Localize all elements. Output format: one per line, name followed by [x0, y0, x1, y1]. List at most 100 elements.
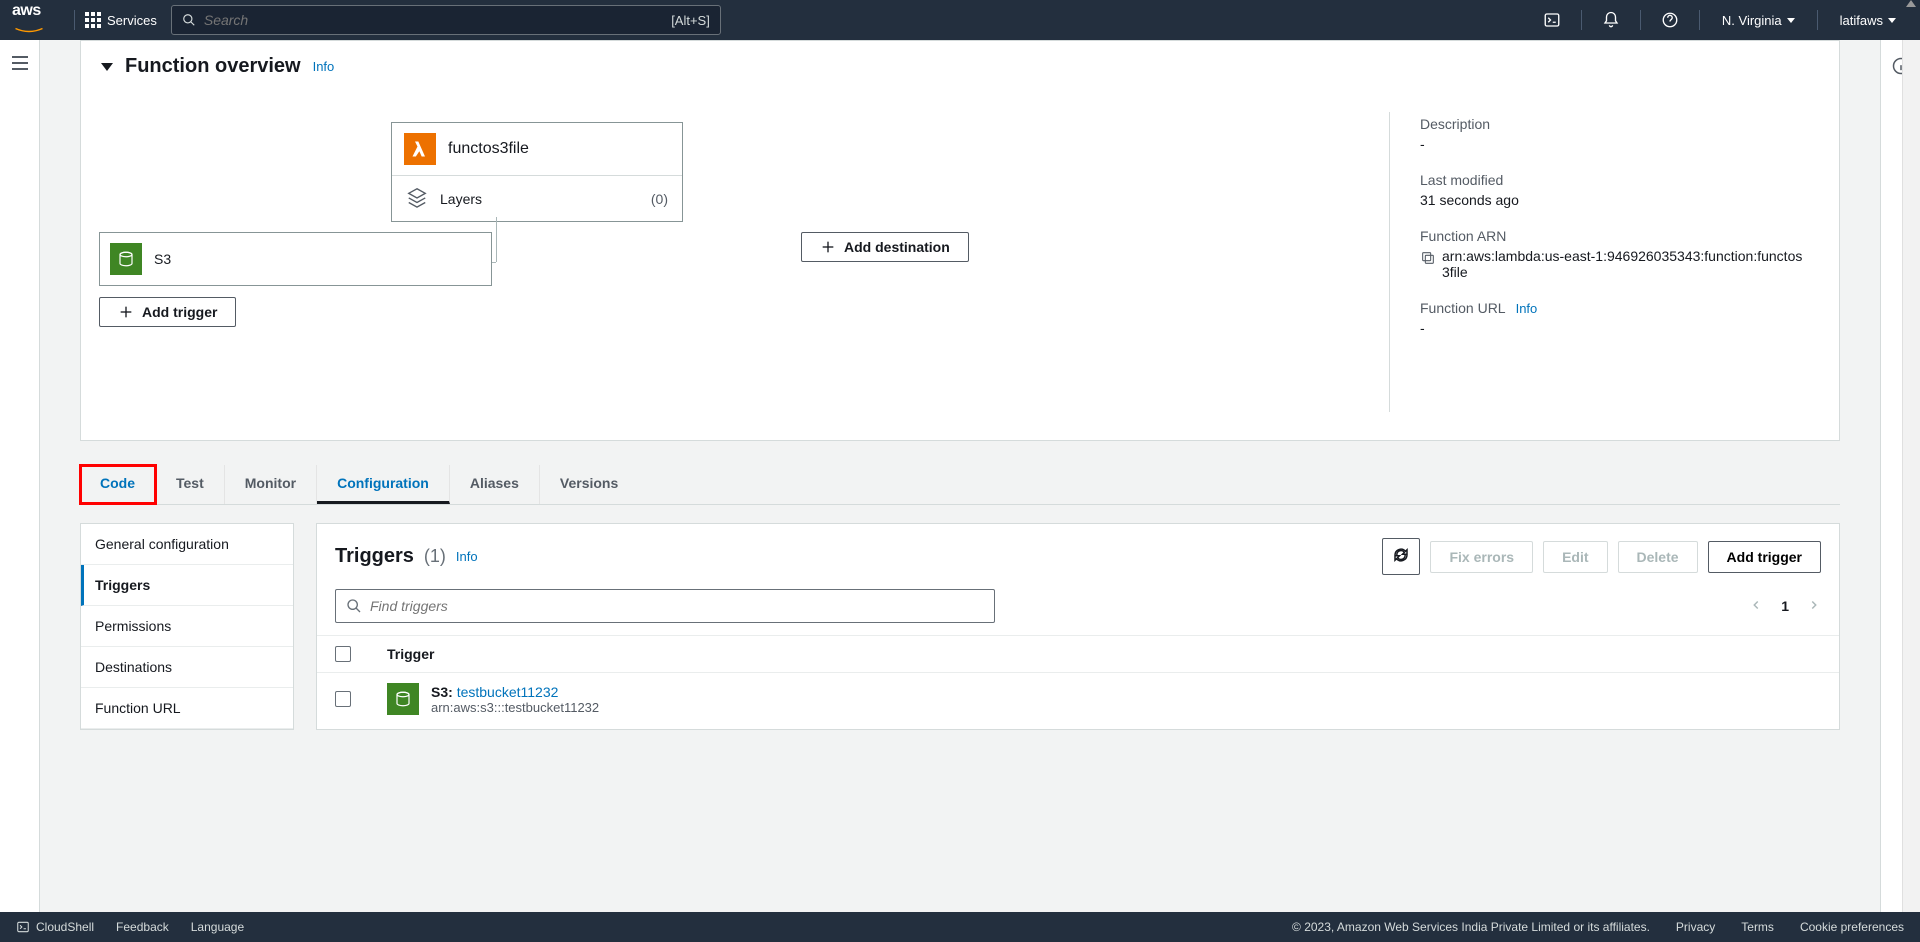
function-overview-panel: Function overview Info functos3file — [80, 40, 1840, 441]
divider — [1640, 10, 1641, 30]
services-menu[interactable]: Services — [85, 12, 157, 28]
fix-errors-button: Fix errors — [1430, 541, 1533, 573]
description-label: Description — [1420, 116, 1809, 132]
help-button[interactable] — [1651, 0, 1689, 40]
sidenav-function-url[interactable]: Function URL — [81, 688, 293, 729]
table-row: S3: testbucket11232 arn:aws:s3:::testbuc… — [317, 673, 1839, 725]
page-next[interactable] — [1807, 598, 1821, 615]
trigger-arn: arn:aws:s3:::testbucket11232 — [431, 700, 599, 715]
table-header-row: Trigger — [317, 635, 1839, 673]
global-search[interactable]: [Alt+S] — [171, 5, 721, 35]
cookie-link[interactable]: Cookie preferences — [1800, 920, 1904, 934]
triggers-table: Trigger S3: testbucket11232 — [317, 635, 1839, 725]
triggers-info-link[interactable]: Info — [456, 549, 478, 564]
sidenav-destinations[interactable]: Destinations — [81, 647, 293, 688]
plus-icon — [118, 304, 134, 320]
trigger-bucket-link[interactable]: testbucket11232 — [457, 684, 559, 700]
add-trigger-button-panel[interactable]: Add trigger — [1708, 541, 1821, 573]
refresh-triggers-button[interactable] — [1382, 538, 1420, 575]
search-icon — [346, 598, 362, 614]
triggers-count: (1) — [424, 546, 446, 567]
services-label: Services — [107, 13, 157, 28]
tab-aliases[interactable]: Aliases — [450, 465, 540, 504]
terms-link[interactable]: Terms — [1741, 920, 1774, 934]
account-selector[interactable]: latifaws — [1828, 13, 1908, 28]
search-icon — [182, 13, 196, 27]
search-input[interactable] — [204, 12, 671, 28]
tab-versions[interactable]: Versions — [540, 465, 638, 504]
designer-diagram: functos3file Layers (0) — [81, 112, 1389, 412]
footer: CloudShell Feedback Language © 2023, Ama… — [0, 912, 1920, 942]
open-sidenav-button[interactable] — [12, 56, 28, 912]
trigger-source-label: S3 — [154, 251, 171, 267]
privacy-link[interactable]: Privacy — [1676, 920, 1715, 934]
notifications-button[interactable] — [1592, 0, 1630, 40]
tab-configuration[interactable]: Configuration — [317, 465, 450, 504]
help-icon — [1661, 11, 1679, 29]
description-value: - — [1420, 136, 1809, 152]
connector-line — [496, 217, 497, 262]
add-destination-button[interactable]: Add destination — [801, 232, 969, 262]
config-sidenav: General configuration Triggers Permissio… — [80, 523, 294, 730]
modified-value: 31 seconds ago — [1420, 192, 1809, 208]
delete-trigger-button: Delete — [1618, 541, 1698, 573]
s3-icon — [110, 243, 142, 275]
function-url-value: - — [1420, 320, 1809, 336]
triggers-title: Triggers — [335, 545, 414, 568]
cloudshell-link[interactable]: CloudShell — [16, 920, 94, 934]
apps-grid-icon — [85, 12, 101, 28]
terminal-icon — [1543, 11, 1561, 29]
lambda-icon — [404, 133, 436, 165]
sidenav-triggers[interactable]: Triggers — [81, 565, 293, 606]
function-name: functos3file — [448, 140, 529, 158]
row-checkbox[interactable] — [335, 691, 351, 707]
find-triggers-input-wrap[interactable] — [335, 589, 995, 623]
layers-icon — [406, 186, 428, 211]
collapse-toggle[interactable] — [101, 63, 113, 71]
configuration-content: General configuration Triggers Permissio… — [80, 523, 1840, 730]
s3-icon — [387, 683, 419, 715]
function-url-info-link[interactable]: Info — [1516, 301, 1538, 316]
add-destination-label: Add destination — [844, 239, 950, 255]
find-triggers-input[interactable] — [370, 598, 984, 614]
function-node[interactable]: functos3file Layers (0) — [391, 122, 683, 222]
tab-code[interactable]: Code — [80, 465, 156, 504]
region-selector[interactable]: N. Virginia — [1710, 13, 1807, 28]
page-prev[interactable] — [1749, 598, 1763, 615]
language-link[interactable]: Language — [191, 920, 244, 934]
function-tabs: Code Test Monitor Configuration Aliases … — [80, 465, 1840, 505]
main-content: Function overview Info functos3file — [40, 40, 1880, 912]
divider — [1699, 10, 1700, 30]
account-label: latifaws — [1840, 13, 1883, 28]
layers-count: (0) — [651, 191, 668, 207]
trigger-service: S3 — [431, 684, 448, 700]
th-trigger: Trigger — [387, 646, 434, 662]
copyright-text: © 2023, Amazon Web Services India Privat… — [1292, 920, 1650, 934]
top-nav: aws Services [Alt+S] N. Virginia latifa — [0, 0, 1920, 40]
search-shortcut: [Alt+S] — [671, 13, 710, 28]
scrollbar-track[interactable] — [1902, 40, 1920, 912]
layers-row[interactable]: Layers (0) — [392, 176, 682, 221]
triggers-panel: Triggers (1) Info Fix errors Edit Delete… — [316, 523, 1840, 730]
add-trigger-button[interactable]: Add trigger — [99, 297, 236, 327]
feedback-link[interactable]: Feedback — [116, 920, 169, 934]
select-all-checkbox[interactable] — [335, 646, 351, 662]
tab-test[interactable]: Test — [156, 465, 225, 504]
terminal-icon — [16, 920, 30, 934]
sidenav-permissions[interactable]: Permissions — [81, 606, 293, 647]
trigger-node-s3[interactable]: S3 — [99, 232, 492, 286]
pagination: 1 — [1749, 598, 1821, 615]
sidenav-general[interactable]: General configuration — [81, 524, 293, 565]
divider — [1817, 10, 1818, 30]
overview-info-link[interactable]: Info — [313, 59, 335, 74]
page-number: 1 — [1781, 598, 1789, 614]
caret-down-icon — [1888, 18, 1896, 23]
overview-title: Function overview — [125, 55, 301, 78]
tab-monitor[interactable]: Monitor — [225, 465, 317, 504]
aws-logo[interactable]: aws — [12, 2, 46, 38]
add-trigger-label: Add trigger — [142, 304, 217, 320]
cloudshell-icon-button[interactable] — [1533, 0, 1571, 40]
copy-arn-button[interactable] — [1420, 248, 1436, 269]
scroll-up-indicator — [1906, 0, 1916, 7]
edit-trigger-button: Edit — [1543, 541, 1607, 573]
